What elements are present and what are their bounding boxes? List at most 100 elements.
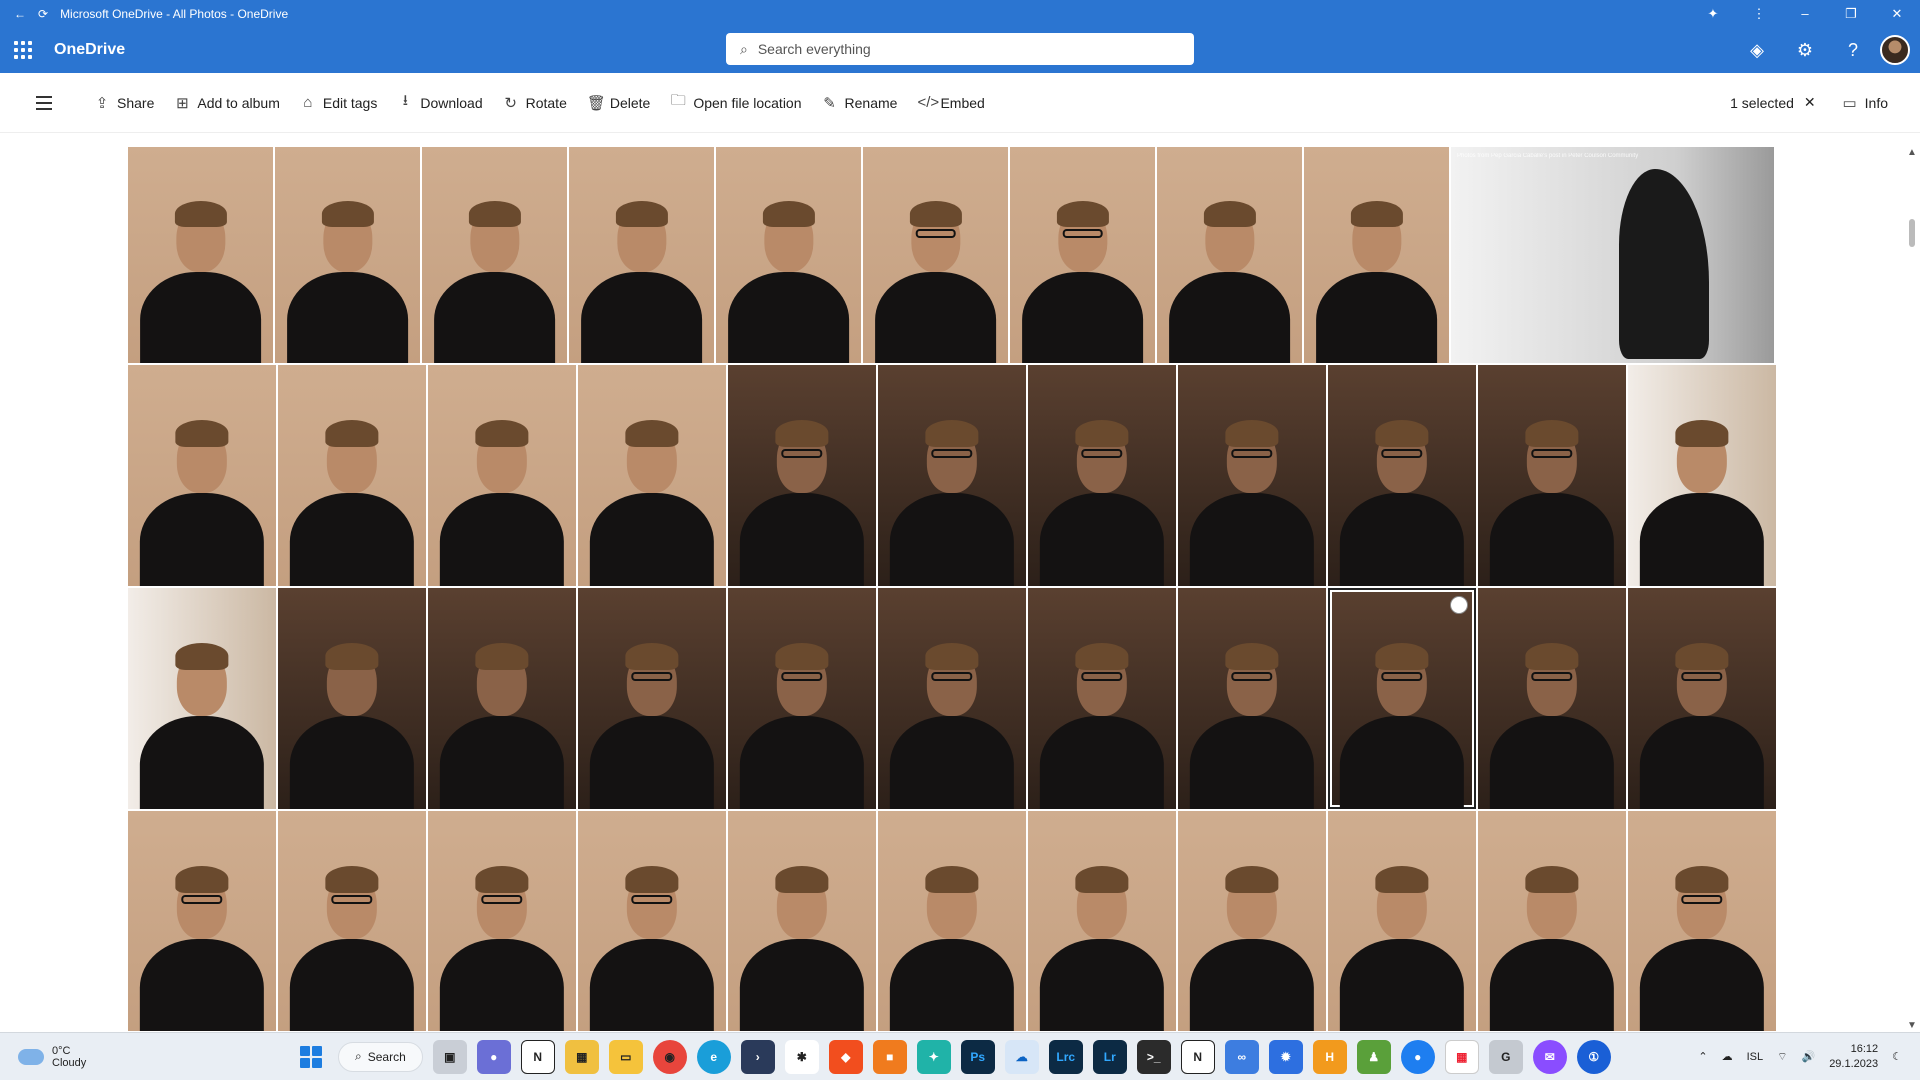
language-indicator[interactable]: ISL (1747, 1051, 1764, 1063)
refresh-icon[interactable]: ⟳ (38, 7, 48, 21)
clear-selection-icon[interactable]: ✕ (1804, 94, 1816, 111)
photo-thumbnail[interactable] (728, 588, 876, 809)
premium-diamond-icon[interactable]: ◈ (1736, 29, 1778, 71)
photo-thumbnail[interactable] (1010, 147, 1155, 363)
slack-icon[interactable]: ✱ (784, 1039, 819, 1074)
photo-thumbnail[interactable] (428, 811, 576, 1031)
open-file-location-button[interactable]: 🗀 Open file location (660, 85, 811, 121)
app-launcher-button[interactable] (0, 27, 46, 73)
box-app-icon[interactable]: ■ (872, 1039, 907, 1074)
page-scrollbar[interactable]: ▲ ▼ (1904, 147, 1920, 1031)
rename-button[interactable]: ✎ Rename (812, 85, 908, 121)
scroll-up-arrow-icon[interactable]: ▲ (1907, 147, 1917, 158)
photo-thumbnail[interactable] (578, 588, 726, 809)
minimize-button[interactable]: – (1782, 0, 1828, 27)
notion-icon[interactable]: N (520, 1039, 555, 1074)
figma-icon[interactable]: ◆ (828, 1039, 863, 1074)
photo-thumbnail[interactable] (578, 811, 726, 1031)
password-manager-icon[interactable]: ① (1576, 1039, 1611, 1074)
back-icon[interactable]: ← (14, 7, 26, 21)
photo-thumbnail-community-post[interactable]: Photos from Pep Garcia Caballe's post in… (1451, 147, 1774, 363)
package-icon[interactable]: ▦ (564, 1039, 599, 1074)
network-app-icon[interactable]: ✦ (916, 1039, 951, 1074)
photo-thumbnail[interactable] (728, 365, 876, 586)
photo-thumbnail[interactable] (428, 588, 576, 809)
settings-gear-icon[interactable]: ⚙ (1784, 29, 1826, 71)
restore-button[interactable]: ❐ (1828, 0, 1874, 27)
onedrive-tray-icon[interactable]: ☁ (1722, 1050, 1733, 1063)
photo-thumbnail[interactable] (1628, 365, 1776, 586)
photo-thumbnail[interactable] (1028, 811, 1176, 1031)
search-box[interactable]: ⌕ Search everything (726, 33, 1194, 65)
chevron-up-icon[interactable]: ⌃ (1698, 1050, 1707, 1063)
photo-thumbnail[interactable] (863, 147, 1008, 363)
more-options-icon[interactable]: ⋮ (1736, 0, 1782, 27)
info-button[interactable]: ▭ Info (1832, 85, 1898, 121)
photo-thumbnail[interactable] (728, 811, 876, 1031)
photo-thumbnail[interactable] (278, 811, 426, 1031)
chess-icon[interactable]: ♟ (1356, 1039, 1391, 1074)
avatar[interactable] (1880, 35, 1910, 65)
photo-thumbnail[interactable] (275, 147, 420, 363)
photo-thumbnail[interactable] (878, 365, 1026, 586)
generic-app-icon[interactable]: G (1488, 1039, 1523, 1074)
photo-thumbnail[interactable] (1628, 588, 1776, 809)
photo-thumbnail[interactable] (1157, 147, 1302, 363)
file-explorer-icon[interactable]: ▭ (608, 1039, 643, 1074)
onedrive-icon[interactable]: ☁ (1004, 1039, 1039, 1074)
photo-thumbnail[interactable] (278, 365, 426, 586)
embed-button[interactable]: </> Embed (907, 85, 994, 121)
photoshop-icon[interactable]: Ps (960, 1039, 995, 1074)
photo-thumbnail[interactable] (1478, 588, 1626, 809)
photo-thumbnail[interactable] (128, 365, 276, 586)
photo-thumbnail[interactable] (1628, 811, 1776, 1031)
photo-thumbnail[interactable] (128, 147, 273, 363)
photo-thumbnail[interactable] (1478, 365, 1626, 586)
photo-thumbnail[interactable] (128, 588, 276, 809)
volume-icon[interactable]: 🔊 (1801, 1050, 1815, 1063)
rotate-button[interactable]: ↻ Rotate (493, 85, 577, 121)
photo-thumbnail[interactable] (569, 147, 714, 363)
extensions-icon[interactable]: ✦ (1690, 0, 1736, 27)
link-app-icon[interactable]: ∞ (1224, 1039, 1259, 1074)
photo-thumbnail[interactable] (1304, 147, 1449, 363)
start-button[interactable] (294, 1040, 328, 1074)
edge-icon[interactable]: e (696, 1039, 731, 1074)
powershell-icon[interactable]: › (740, 1039, 775, 1074)
calendar-app-icon[interactable]: ▦ (1444, 1039, 1479, 1074)
photo-thumbnail-selected[interactable] (1328, 588, 1476, 809)
hamburger-menu-icon[interactable] (36, 95, 66, 110)
taskbar-search[interactable]: ⌕ Search (338, 1041, 423, 1072)
wifi-icon[interactable]: ⌔ (1777, 1050, 1787, 1064)
h-app-icon[interactable]: H (1312, 1039, 1347, 1074)
weather-widget[interactable]: 0°C Cloudy (0, 1045, 280, 1069)
gear-app-icon[interactable]: ✹ (1268, 1039, 1303, 1074)
add-to-album-button[interactable]: ⊞ Add to album (164, 85, 290, 121)
photo-thumbnail[interactable] (1028, 588, 1176, 809)
photo-thumbnail[interactable] (428, 365, 576, 586)
photo-thumbnail[interactable] (1178, 365, 1326, 586)
teams-icon[interactable]: ● (476, 1039, 511, 1074)
lightroom-icon[interactable]: Lr (1092, 1039, 1127, 1074)
photo-thumbnail[interactable] (422, 147, 567, 363)
photo-thumbnail[interactable] (1178, 588, 1326, 809)
photo-thumbnail[interactable] (1328, 365, 1476, 586)
scroll-thumb[interactable] (1909, 219, 1915, 247)
delete-button[interactable]: 🗑 Delete (577, 85, 660, 121)
lightroom-classic-icon[interactable]: Lrc (1048, 1039, 1083, 1074)
photo-thumbnail[interactable] (716, 147, 861, 363)
task-view-icon[interactable]: ▣ (432, 1039, 467, 1074)
photo-thumbnail[interactable] (578, 365, 726, 586)
close-button[interactable]: ✕ (1874, 0, 1920, 27)
chrome-icon[interactable]: ◉ (652, 1039, 687, 1074)
edit-tags-button[interactable]: ⌂ Edit tags (290, 85, 387, 121)
photo-thumbnail[interactable] (1328, 811, 1476, 1031)
photo-thumbnail[interactable] (128, 811, 276, 1031)
photo-thumbnail[interactable] (278, 588, 426, 809)
photo-thumbnail[interactable] (878, 588, 1026, 809)
photo-thumbnail[interactable] (1028, 365, 1176, 586)
app-brand[interactable]: OneDrive (54, 41, 125, 59)
selection-checkbox[interactable] (1450, 596, 1468, 614)
share-button[interactable]: ⇪ Share (84, 85, 164, 121)
photo-thumbnail[interactable] (878, 811, 1026, 1031)
